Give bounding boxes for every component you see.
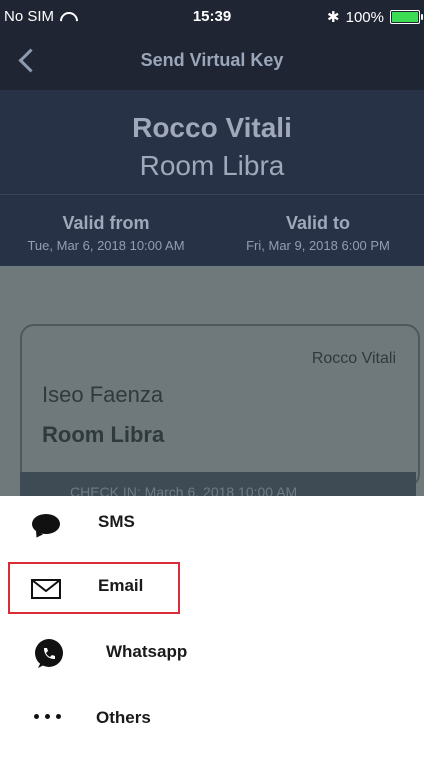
navigation-bar: Send Virtual Key — [0, 34, 424, 90]
validity-section: Valid from Tue, Mar 6, 2018 10:00 AM Val… — [0, 194, 424, 267]
others-label: Others — [96, 708, 151, 727]
bluetooth-icon: ✱ — [327, 9, 340, 26]
share-option-whatsapp[interactable]: Whatsapp — [0, 622, 424, 684]
key-card: Rocco Vitali Iseo Faenza Room Libra — [20, 324, 420, 488]
card-room-name: Room Libra — [42, 422, 165, 447]
sms-icon — [32, 514, 60, 534]
share-option-sms[interactable]: SMS — [0, 496, 424, 558]
valid-from: Valid from Tue, Mar 6, 2018 10:00 AM — [0, 213, 212, 253]
valid-to: Valid to Fri, Mar 9, 2018 6:00 PM — [212, 213, 424, 253]
whatsapp-icon — [35, 639, 63, 668]
battery-fill — [392, 12, 418, 22]
more-icon — [34, 714, 64, 722]
share-sheet: SMS Email Whatsapp Others — [0, 496, 424, 760]
whatsapp-label: Whatsapp — [106, 642, 188, 661]
valid-to-label: Valid to — [285, 213, 350, 233]
guest-header: Rocco Vitali Room Libra — [0, 90, 424, 194]
battery-icon — [390, 10, 423, 24]
email-highlight-box — [8, 562, 180, 614]
key-card-area: Rocco Vitali Iseo Faenza Room Libra CHEC… — [0, 266, 424, 512]
card-hotel-name: Iseo Faenza — [42, 382, 164, 407]
app-screen: No SIM 15:39 ✱ 100% Send Virtual Key Roc… — [0, 0, 424, 760]
valid-from-label: Valid from — [62, 213, 150, 233]
battery-text: 100% — [345, 8, 384, 26]
room-name: Room Libra — [139, 150, 285, 181]
screen-title: Send Virtual Key — [140, 50, 284, 70]
card-guest-name: Rocco Vitali — [311, 350, 396, 367]
valid-from-value: Tue, Mar 6, 2018 10:00 AM — [27, 238, 185, 253]
guest-name: Rocco Vitali — [132, 112, 292, 143]
valid-to-value: Fri, Mar 9, 2018 6:00 PM — [246, 238, 390, 253]
share-option-others[interactable]: Others — [0, 686, 424, 748]
status-bar: No SIM 15:39 ✱ 100% — [0, 0, 424, 34]
status-right: ✱ 100% — [327, 8, 423, 26]
sms-label: SMS — [98, 512, 135, 531]
